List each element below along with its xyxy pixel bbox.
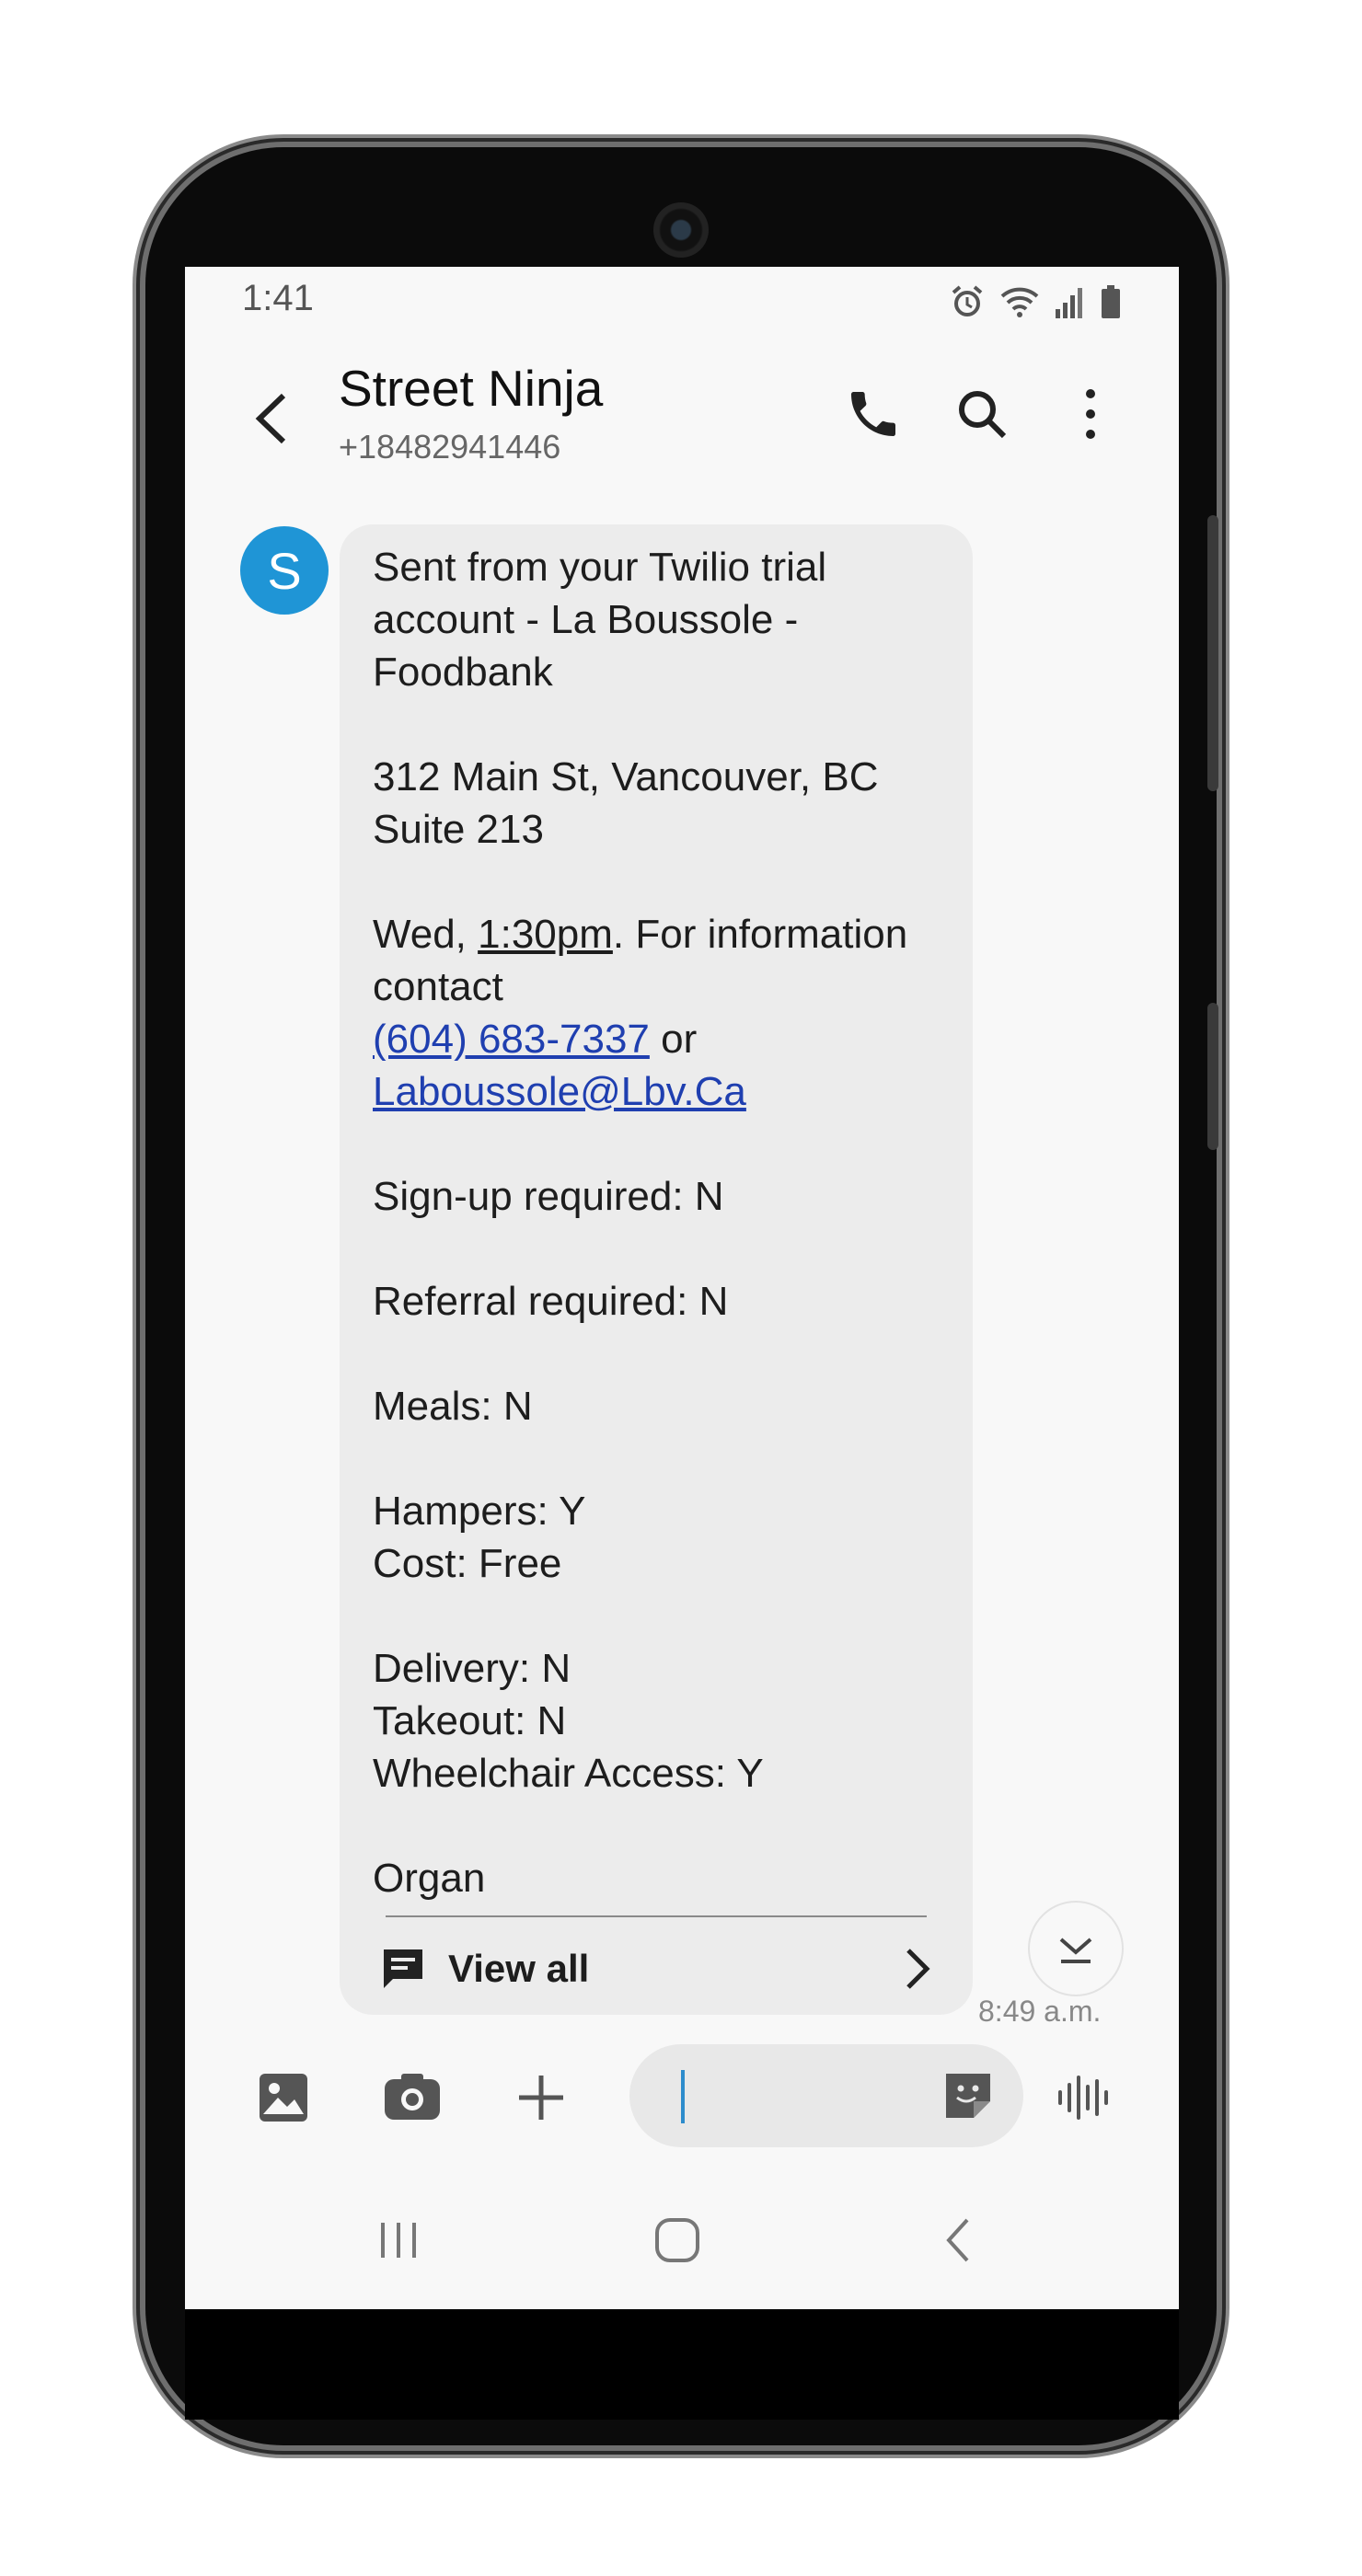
message-icon bbox=[384, 1949, 422, 1988]
bottom-bezel bbox=[185, 2309, 1179, 2420]
message-timestamp: 8:49 a.m. bbox=[978, 1995, 1102, 2028]
status-time: 1:41 bbox=[242, 278, 314, 318]
gallery-button[interactable] bbox=[242, 2056, 325, 2139]
more-options-button[interactable] bbox=[1054, 377, 1127, 451]
phone-link[interactable]: (604) 683-7337 bbox=[373, 1017, 650, 1062]
message-text-part: Sign-up required: N Referral required: N… bbox=[373, 1174, 764, 1901]
message-text-part: or bbox=[661, 1017, 698, 1062]
search-button[interactable] bbox=[945, 377, 1019, 451]
arrow-down-to-line-icon bbox=[1059, 1938, 1092, 1963]
view-all-button[interactable]: View all bbox=[378, 1932, 936, 2006]
message-text-part: Sent from your Twilio trial account - La… bbox=[373, 545, 879, 957]
wifi-icon bbox=[998, 283, 1041, 320]
voice-icon bbox=[1058, 2076, 1108, 2120]
contact-number: +18482941446 bbox=[339, 428, 561, 466]
bubble-divider bbox=[386, 1915, 927, 1917]
back-button[interactable] bbox=[244, 377, 299, 460]
scroll-to-bottom-button[interactable] bbox=[1028, 1901, 1124, 1996]
volume-button bbox=[1207, 515, 1218, 791]
message-bubble[interactable]: Sent from your Twilio trial account - La… bbox=[340, 524, 973, 2015]
home-icon bbox=[655, 2218, 699, 2262]
avatar[interactable]: S bbox=[240, 526, 329, 615]
home-button[interactable] bbox=[631, 2194, 723, 2286]
call-button[interactable] bbox=[837, 377, 910, 451]
message-input[interactable] bbox=[629, 2044, 1023, 2147]
camera-button[interactable] bbox=[371, 2056, 454, 2139]
view-all-label: View all bbox=[448, 1947, 590, 1990]
recents-button[interactable] bbox=[352, 2194, 444, 2286]
plus-icon bbox=[519, 2076, 563, 2120]
alarm-icon bbox=[949, 283, 986, 320]
screen: 1:41 Street Ninja +18482941446 S Sent fr… bbox=[185, 267, 1179, 2309]
status-icons bbox=[949, 283, 1122, 320]
gallery-icon bbox=[260, 2074, 307, 2122]
attach-button[interactable] bbox=[500, 2056, 583, 2139]
signal-icon bbox=[1054, 283, 1087, 320]
power-button bbox=[1207, 1003, 1218, 1150]
back-arrow-icon bbox=[255, 393, 286, 444]
time-link[interactable]: 1:30pm bbox=[478, 912, 613, 957]
chevron-right-icon bbox=[906, 1949, 930, 1989]
email-link[interactable]: Laboussole@Lbv.Ca bbox=[373, 1069, 746, 1114]
phone-icon bbox=[851, 392, 895, 436]
camera-icon bbox=[385, 2074, 440, 2120]
more-vert-icon bbox=[1086, 389, 1095, 439]
sticker-button[interactable] bbox=[931, 2059, 1005, 2133]
contact-name: Street Ninja bbox=[339, 360, 604, 417]
voice-button[interactable] bbox=[1041, 2056, 1124, 2139]
recents-icon bbox=[381, 2223, 416, 2258]
nav-back-button[interactable] bbox=[912, 2194, 1004, 2286]
sticker-icon bbox=[946, 2074, 990, 2118]
message-text: Sent from your Twilio trial account - La… bbox=[373, 541, 943, 1904]
search-icon bbox=[959, 391, 1007, 439]
back-icon bbox=[946, 2218, 969, 2262]
battery-icon bbox=[1100, 283, 1122, 320]
text-caret bbox=[681, 2070, 685, 2123]
front-camera bbox=[653, 202, 709, 258]
